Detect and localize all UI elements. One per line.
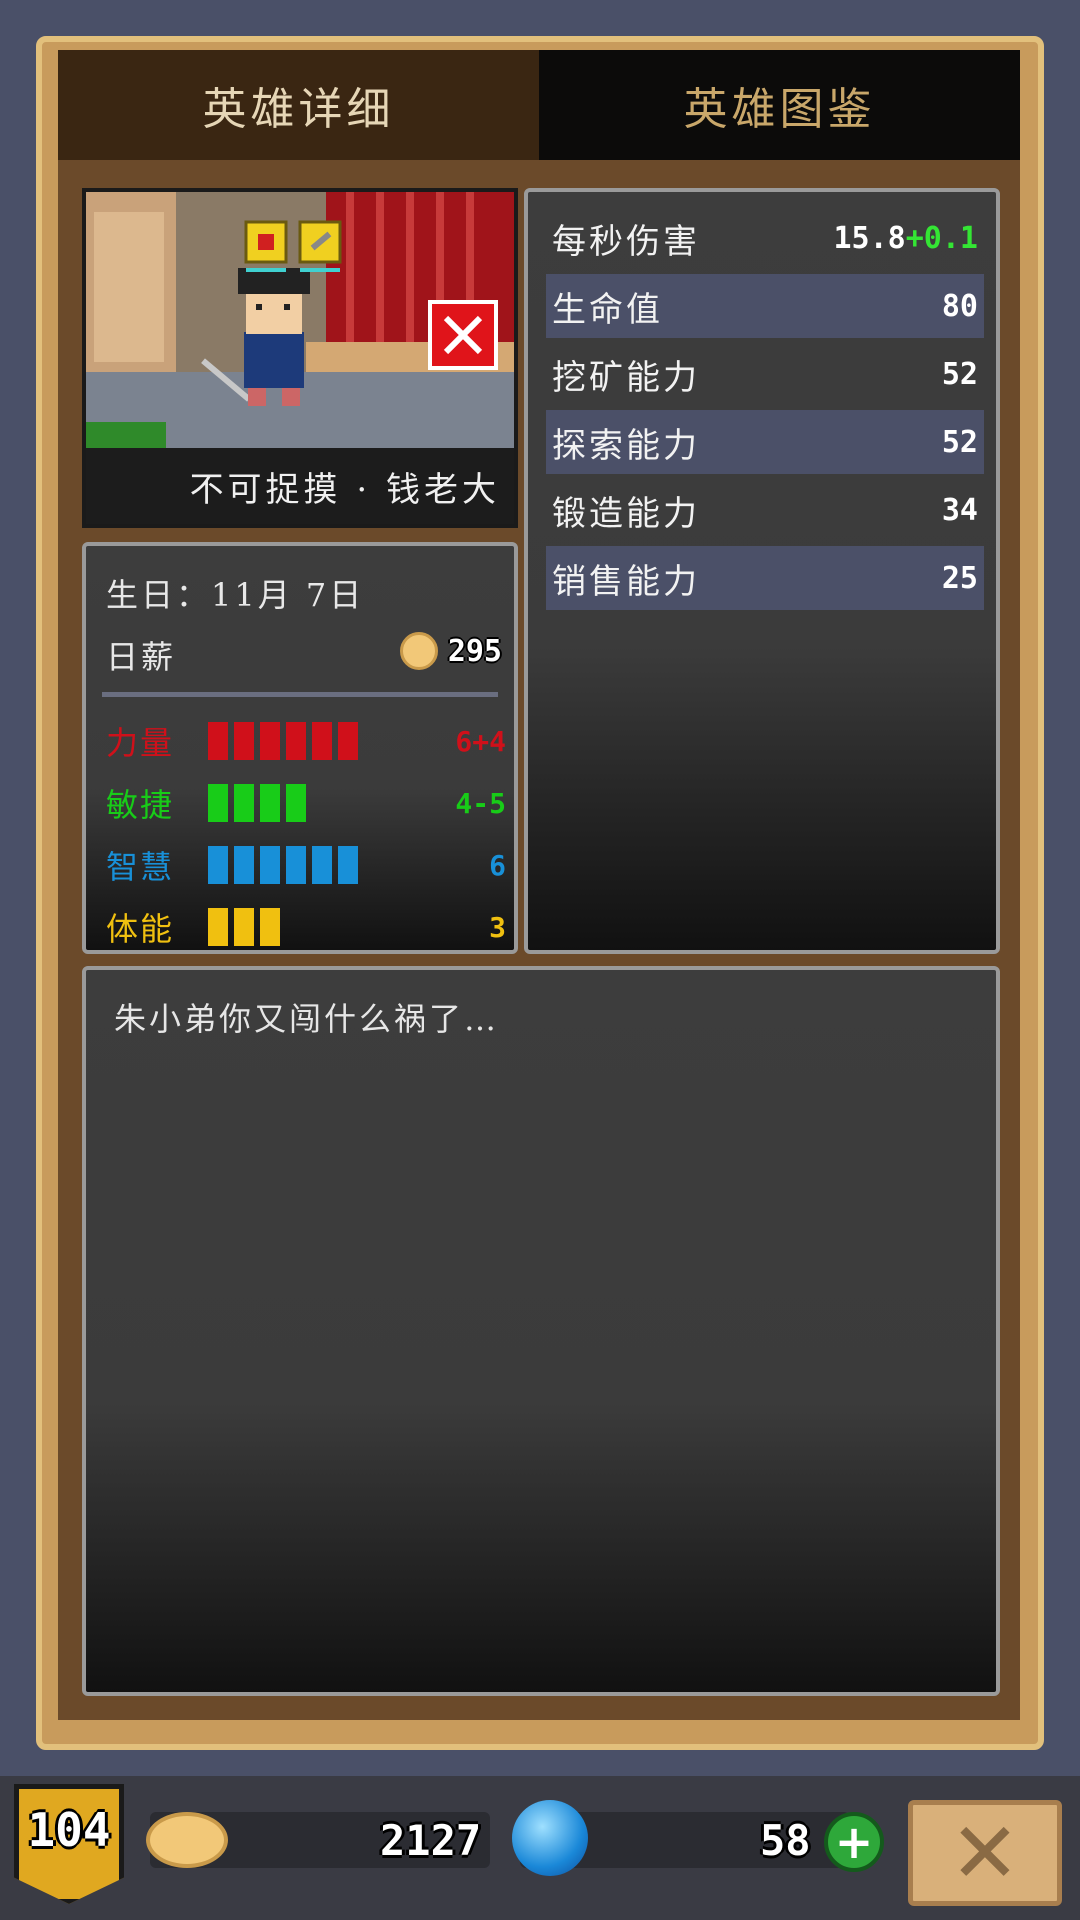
attribute-value: 3 [489, 910, 506, 944]
coin-icon [399, 632, 438, 670]
gold-coins-icon [146, 1812, 228, 1868]
stat-row: 每秒伤害 15.8+0.1 [546, 206, 984, 270]
stat-value-bonus: +0.1 [905, 220, 978, 256]
birthday-label: 生日： [106, 576, 212, 614]
blue-gem-icon [512, 1800, 588, 1876]
birthday-value: 11月 7日 [211, 576, 365, 614]
attribute-value: 4-5 [455, 786, 506, 820]
stat-label: 每秒伤害 [552, 221, 700, 262]
attribute-bar-segment [234, 846, 254, 884]
attribute-bar-segment [312, 722, 332, 760]
salary-value: 295 [447, 633, 502, 669]
hero-scene-image [86, 192, 514, 448]
attribute-bars [208, 846, 358, 884]
stat-row: 锻造能力 34 [546, 478, 984, 542]
hero-stats-panel: 每秒伤害 15.8+0.1 生命值 80 挖矿能力 52 探索能力 52 锻造能力 34 销售能力 2… [524, 188, 1000, 954]
attribute-bar-segment [208, 846, 228, 884]
stat-row: 销售能力 25 [546, 546, 984, 610]
attribute-bar-segment [260, 846, 280, 884]
attribute-bar-segment [312, 846, 332, 884]
attribute-row: 智慧 6 [106, 840, 506, 890]
attribute-bar-segment [234, 908, 254, 946]
hero-name: 不可捉摸 · 钱老大 [86, 448, 514, 524]
attribute-bar-segment [286, 722, 306, 760]
hero-description-panel: 朱小弟你又闯什么祸了… [82, 966, 1000, 1696]
stat-value-base: 80 [941, 288, 978, 324]
attribute-bar-segment [286, 784, 306, 822]
close-icon: ✕ [949, 1804, 1021, 1902]
stat-value-base: 25 [941, 560, 978, 596]
stat-label: 销售能力 [552, 561, 700, 602]
attribute-bar-segment [338, 846, 358, 884]
attribute-label: 力量 [106, 724, 175, 762]
salary-label: 日薪 [106, 638, 177, 676]
stat-value-base: 15.8 [833, 220, 906, 256]
attribute-row: 体能 3 [106, 902, 506, 952]
attribute-bar-segment [338, 722, 358, 760]
stat-value: 25 [942, 561, 978, 596]
attribute-bars [208, 908, 280, 946]
stat-value: 15.8+0.1 [834, 221, 979, 256]
attribute-bar-segment [208, 784, 228, 822]
attribute-bar-segment [286, 846, 306, 884]
attribute-bar-segment [260, 784, 280, 822]
attribute-bar-segment [208, 908, 228, 946]
divider [102, 692, 498, 697]
stat-value-base: 34 [941, 492, 978, 528]
attribute-bars [208, 722, 358, 760]
salary: 295 [399, 632, 502, 670]
attribute-row: 力量 6+4 [106, 716, 506, 766]
stat-label: 探索能力 [552, 425, 700, 466]
attribute-bar-segment [260, 722, 280, 760]
gold-value: 2127 [380, 1815, 482, 1865]
tab-hero-detail[interactable]: 英雄详细 [58, 50, 539, 160]
close-button[interactable]: ✕ [908, 1800, 1062, 1906]
stat-label: 挖矿能力 [552, 357, 700, 398]
stat-value-base: 52 [941, 424, 978, 460]
attribute-label: 敏捷 [106, 786, 175, 824]
hero-portrait: 不可捉摸 · 钱老大 [82, 188, 518, 528]
stat-row: 挖矿能力 52 [546, 342, 984, 406]
attribute-value: 6+4 [455, 724, 506, 758]
stat-value-base: 52 [941, 356, 978, 392]
stat-value: 34 [942, 493, 978, 528]
level-value: 104 [27, 1803, 111, 1857]
attribute-label: 智慧 [106, 848, 175, 886]
attribute-label: 体能 [106, 910, 175, 948]
attribute-bar-segment [208, 722, 228, 760]
stat-row: 生命值 80 [546, 274, 984, 338]
attribute-bar-segment [234, 722, 254, 760]
hero-info-panel: 生日：11月 7日 日薪 295 力量 6+4 敏捷 4-5 智慧 6 体能 3 [82, 542, 518, 954]
add-gems-button[interactable]: + [824, 1812, 884, 1872]
stat-row: 探索能力 52 [546, 410, 984, 474]
stat-label: 生命值 [552, 289, 663, 330]
hero-description: 朱小弟你又闯什么祸了… [114, 1000, 500, 1038]
attribute-bar-segment [234, 784, 254, 822]
attribute-bars [208, 784, 306, 822]
tab-hero-codex[interactable]: 英雄图鉴 [539, 50, 1020, 160]
attribute-bar-segment [260, 908, 280, 946]
tab-bar: 英雄详细 英雄图鉴 [58, 50, 1020, 160]
attribute-row: 敏捷 4-5 [106, 778, 506, 828]
stat-value: 52 [942, 357, 978, 392]
stat-label: 锻造能力 [552, 493, 700, 534]
birthday: 生日：11月 7日 [106, 570, 364, 616]
stat-value: 52 [942, 425, 978, 460]
attribute-value: 6 [489, 848, 506, 882]
plus-icon: + [834, 1815, 874, 1869]
gem-value: 58 [760, 1815, 811, 1865]
stat-value: 80 [942, 289, 978, 324]
